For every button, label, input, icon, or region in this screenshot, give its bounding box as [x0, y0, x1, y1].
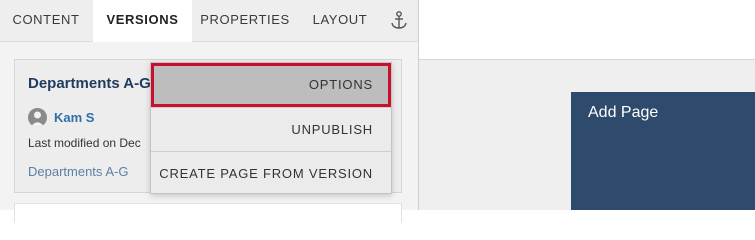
preview-top-bar — [419, 42, 755, 60]
author-name[interactable]: Kam S — [54, 110, 94, 125]
version-link[interactable]: Departments A-G — [28, 164, 128, 179]
menu-item-create-page-from-version[interactable]: CREATE PAGE FROM VERSION — [151, 151, 391, 195]
tab-layout[interactable]: LAYOUT — [304, 0, 376, 42]
menu-item-options[interactable]: OPTIONS — [151, 63, 391, 107]
add-page-label: Add Page — [588, 104, 659, 121]
add-page-tile[interactable]: Add Page — [571, 92, 755, 210]
menu-item-unpublish[interactable]: UNPUBLISH — [151, 107, 391, 151]
tab-properties[interactable]: PROPERTIES — [193, 0, 297, 42]
version-title: Departments A-G — [28, 75, 151, 92]
version-options-menu: OPTIONS UNPUBLISH CREATE PAGE FROM VERSI… — [150, 62, 392, 194]
avatar-icon — [28, 108, 47, 127]
last-modified-text: Last modified on Dec — [28, 136, 141, 150]
anchor-icon[interactable] — [388, 10, 410, 32]
tab-versions[interactable]: VERSIONS — [93, 0, 192, 43]
version-card-next[interactable] — [14, 203, 402, 223]
tab-content[interactable]: CONTENT — [0, 0, 92, 42]
tab-bar: CONTENT VERSIONS PROPERTIES LAYOUT — [0, 0, 418, 43]
